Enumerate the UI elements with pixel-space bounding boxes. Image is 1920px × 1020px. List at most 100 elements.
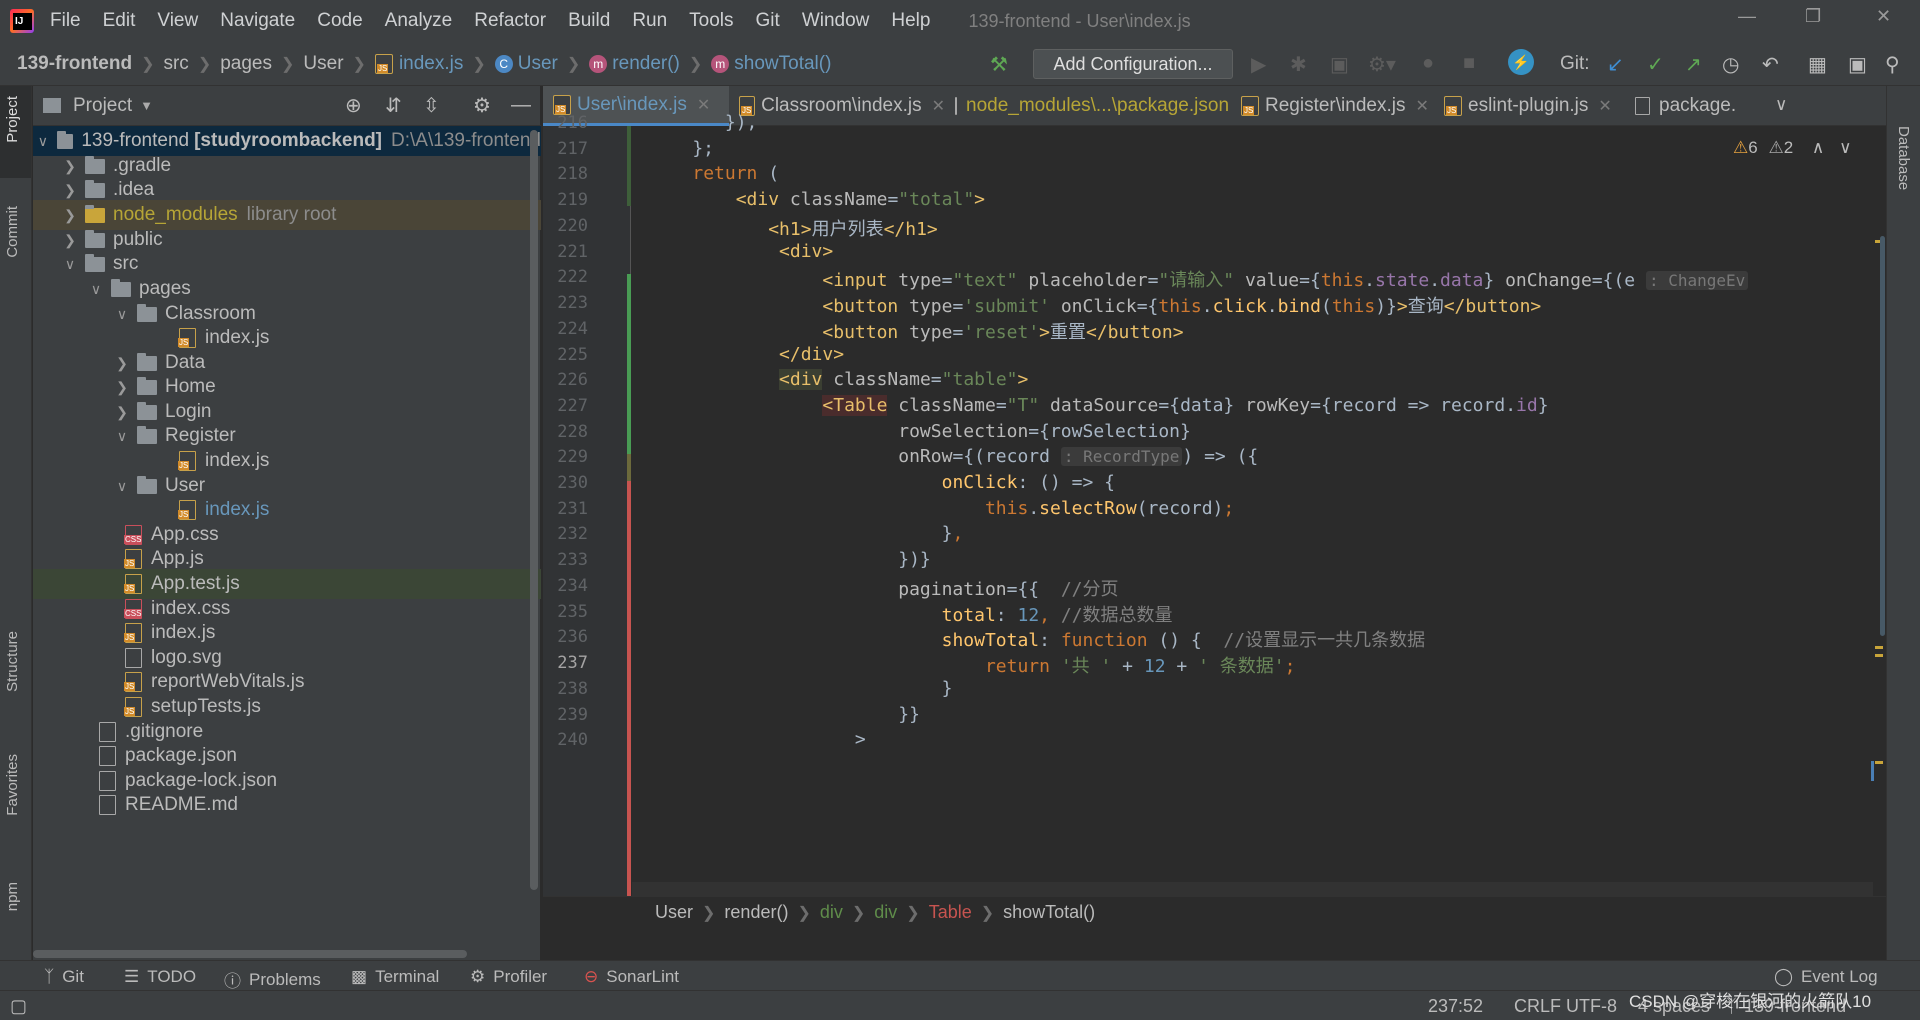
stop-icon[interactable]: ■	[1463, 52, 1475, 75]
chevron-down-icon[interactable]: ∨	[89, 281, 103, 298]
breadcrumb-pages[interactable]: pages	[220, 53, 272, 75]
structure-tool-tab[interactable]: Structure	[4, 631, 21, 692]
npm-tool-tab[interactable]: npm	[4, 882, 21, 911]
record-icon[interactable]: ●	[1422, 52, 1434, 75]
menu-navigate[interactable]: Navigate	[220, 10, 295, 32]
breadcrumb-method-render[interactable]: render()	[612, 53, 680, 75]
file-encoding[interactable]: UTF-8	[1566, 996, 1617, 1017]
rollback-icon[interactable]: ↶	[1762, 52, 1779, 77]
chevron-right-icon[interactable]: ❯	[115, 404, 129, 421]
minimize-icon[interactable]: —	[1738, 6, 1756, 27]
dropdown-icon[interactable]: ▼	[140, 98, 153, 113]
menu-view[interactable]: View	[157, 10, 198, 32]
chevron-down-icon[interactable]: ∨	[1839, 138, 1851, 157]
profile-icon[interactable]: ⚙▾	[1368, 52, 1396, 77]
editor-scrollbar[interactable]	[1880, 236, 1885, 636]
close-icon[interactable]: ✕	[1598, 96, 1611, 116]
commit-tool-tab[interactable]: Commit	[4, 206, 21, 258]
chevron-down-icon[interactable]: ∨	[115, 428, 129, 445]
project-structure-icon[interactable]: ▦	[1808, 52, 1827, 77]
todo-tool-button[interactable]: ☰ TODO	[124, 967, 196, 987]
tab-eslint-plugin[interactable]: eslint-plugin.js ✕	[1434, 86, 1625, 126]
collapse-all-icon[interactable]: ⇳	[423, 93, 440, 118]
close-icon[interactable]: ✕	[1415, 96, 1428, 116]
menu-code[interactable]: Code	[317, 10, 362, 32]
tab-list-icon[interactable]: ∨	[1775, 95, 1787, 115]
line-separator[interactable]: CRLF	[1514, 996, 1561, 1017]
breadcrumb-file[interactable]: index.js	[399, 53, 463, 75]
git-tool-button[interactable]: ᛉ Git	[44, 967, 84, 987]
git-commit-icon[interactable]: ✓	[1647, 52, 1664, 77]
menu-build[interactable]: Build	[568, 10, 610, 32]
database-tool-tab[interactable]: Database	[1895, 126, 1912, 190]
debug-icon[interactable]: ✱	[1290, 52, 1307, 77]
sonarlint-tool-button[interactable]: ⊖ SonarLint	[584, 967, 679, 987]
git-push-icon[interactable]: ↗	[1685, 52, 1702, 77]
code-breadcrumb-render[interactable]: render()	[724, 902, 788, 923]
menu-edit[interactable]: Edit	[103, 10, 136, 32]
close-icon[interactable]: ✕	[1876, 6, 1891, 27]
code-breadcrumb-table[interactable]: Table	[929, 902, 972, 923]
menu-window[interactable]: Window	[802, 10, 870, 32]
chevron-down-icon[interactable]: ∨	[115, 306, 129, 323]
code-breadcrumb-div[interactable]: div	[874, 902, 897, 923]
inspection-widget[interactable]: ⚠6 ⚠2 ∧ ∨	[1733, 138, 1852, 158]
tree-item-readme[interactable]: README.md	[33, 790, 541, 820]
menu-file[interactable]: File	[50, 10, 81, 32]
code-breadcrumb-showtotal[interactable]: showTotal()	[1003, 902, 1095, 923]
chevron-down-icon[interactable]: ∨	[37, 133, 49, 150]
layout-icon[interactable]: ▣	[1848, 52, 1867, 77]
code-breadcrumb-div[interactable]: div	[820, 902, 843, 923]
profiler-tool-button[interactable]: ⚙ Profiler	[470, 967, 547, 987]
menu-git[interactable]: Git	[756, 10, 780, 32]
chevron-right-icon[interactable]: ❯	[115, 355, 129, 372]
tab-register-index[interactable]: Register\index.js ✕	[1231, 86, 1434, 126]
menu-refactor[interactable]: Refactor	[474, 10, 546, 32]
tab-package-json-node[interactable]: node_modules\...\package.json✕	[945, 86, 1252, 126]
menu-tools[interactable]: Tools	[689, 10, 733, 32]
chevron-down-icon[interactable]: ∨	[63, 256, 77, 273]
chevron-right-icon[interactable]: ❯	[63, 158, 77, 175]
expand-all-icon[interactable]: ⇵	[385, 93, 402, 118]
close-icon[interactable]: ✕	[932, 96, 945, 116]
build-hammer-icon[interactable]: ⚒	[990, 52, 1008, 77]
vertical-scrollbar[interactable]	[530, 130, 538, 890]
caret-position[interactable]: 237:52	[1428, 996, 1483, 1017]
project-panel-title[interactable]: Project	[73, 95, 132, 117]
chevron-right-icon[interactable]: ❯	[63, 207, 77, 224]
menu-run[interactable]: Run	[632, 10, 667, 32]
favorites-tool-tab[interactable]: Favorites	[4, 754, 21, 816]
problems-tool-button[interactable]: ⓘ Problems	[224, 967, 321, 992]
menu-analyze[interactable]: Analyze	[385, 10, 453, 32]
menu-help[interactable]: Help	[891, 10, 930, 32]
restore-icon[interactable]: ❐	[1805, 6, 1821, 27]
layout-toggle-icon[interactable]: ▢	[10, 996, 27, 1017]
event-log-button[interactable]: ◯ Event Log	[1774, 967, 1878, 987]
chevron-down-icon[interactable]: ∨	[115, 478, 129, 495]
breadcrumb-method-showtotal[interactable]: showTotal()	[734, 53, 831, 75]
breadcrumb-project[interactable]: 139-frontend	[17, 53, 132, 75]
breadcrumb-src[interactable]: src	[163, 53, 188, 75]
search-icon[interactable]: ⚲	[1885, 52, 1900, 77]
breadcrumb-class[interactable]: User	[518, 53, 558, 75]
locate-icon[interactable]: ⊕	[345, 93, 362, 118]
horizontal-scrollbar[interactable]	[33, 950, 467, 958]
git-update-icon[interactable]: ↙	[1607, 52, 1624, 77]
coverage-icon[interactable]: ▣	[1330, 52, 1349, 77]
code-breadcrumb-user[interactable]: User	[655, 902, 693, 923]
search-everywhere-icon[interactable]: ⚡	[1508, 49, 1534, 75]
gear-icon[interactable]: ⚙	[473, 93, 491, 118]
run-icon[interactable]: ▶	[1251, 52, 1266, 77]
chevron-right-icon[interactable]: ❯	[63, 232, 77, 249]
chevron-up-icon[interactable]: ∧	[1812, 138, 1824, 157]
terminal-tool-button[interactable]: ▩ Terminal	[351, 967, 439, 987]
project-tool-tab[interactable]: Project	[4, 96, 21, 143]
breadcrumb-user[interactable]: User	[303, 53, 343, 75]
hide-icon[interactable]: —	[511, 94, 531, 117]
tab-classroom-index[interactable]: Classroom\index.js ✕	[729, 86, 945, 126]
chevron-right-icon[interactable]: ❯	[115, 379, 129, 396]
history-icon[interactable]: ◷	[1722, 52, 1739, 77]
add-configuration-button[interactable]: Add Configuration...	[1033, 49, 1233, 79]
chevron-right-icon[interactable]: ❯	[63, 182, 77, 199]
tab-package[interactable]: package.	[1625, 86, 1765, 126]
